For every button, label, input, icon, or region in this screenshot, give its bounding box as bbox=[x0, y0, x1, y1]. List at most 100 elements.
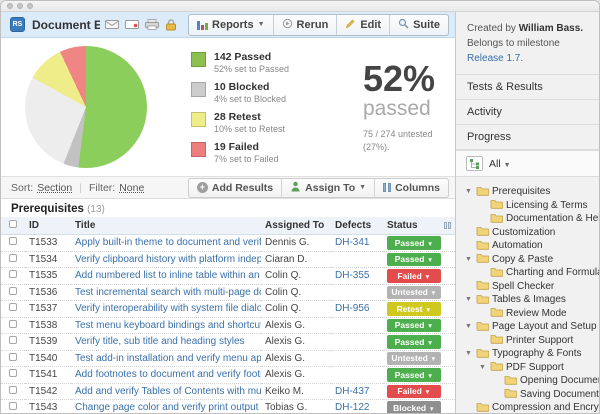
table-row: T1536 Test incremental search with multi… bbox=[1, 284, 455, 301]
test-title-link[interactable]: Verify interoperability with system file… bbox=[75, 303, 261, 314]
status-badge[interactable]: Failed ▼ bbox=[387, 269, 441, 283]
screen-icon[interactable] bbox=[125, 19, 139, 30]
col-header-assigned[interactable]: Assigned To bbox=[261, 217, 331, 235]
tree-item-review-mode[interactable]: Review Mode bbox=[460, 307, 595, 321]
tree-item-copy-paste[interactable]: ▼ Copy & Paste bbox=[460, 253, 595, 267]
test-title-link[interactable]: Add and verify Tables of Contents with m… bbox=[75, 386, 261, 397]
row-checkbox[interactable] bbox=[9, 386, 17, 394]
row-checkbox[interactable] bbox=[9, 369, 17, 377]
email-icon[interactable] bbox=[105, 19, 119, 30]
tree-item-pdf-support[interactable]: ▼ PDF Support bbox=[460, 361, 595, 375]
edit-button[interactable]: Edit bbox=[336, 15, 389, 35]
tree-collapse-icon[interactable]: ▼ bbox=[478, 364, 487, 371]
col-header-title[interactable]: Title bbox=[71, 217, 261, 235]
add-results-button[interactable]: + Add Results bbox=[189, 179, 281, 197]
tree-item-licensing-terms[interactable]: Licensing & Terms bbox=[460, 199, 595, 213]
tree-item-automation[interactable]: Automation bbox=[460, 239, 595, 253]
status-badge[interactable]: Untested ▼ bbox=[387, 352, 441, 366]
status-badge[interactable]: Passed ▼ bbox=[387, 253, 441, 267]
status-badge[interactable]: Passed ▼ bbox=[387, 236, 441, 250]
defect-link[interactable]: DH-122 bbox=[335, 402, 369, 413]
lock-icon[interactable] bbox=[165, 19, 177, 31]
row-checkbox[interactable] bbox=[9, 353, 17, 361]
defect-link[interactable]: DH-437 bbox=[335, 386, 369, 397]
assign-to-button[interactable]: Assign To▼ bbox=[281, 179, 374, 197]
tree-item-saving-documents[interactable]: Saving Documents bbox=[460, 388, 595, 402]
status-badge[interactable]: Passed ▼ bbox=[387, 335, 441, 349]
row-checkbox[interactable] bbox=[9, 402, 17, 410]
tree-item-tables-images[interactable]: ▼ Tables & Images bbox=[460, 293, 595, 307]
sidebar-tab-tests-results[interactable]: Tests & Results bbox=[456, 74, 599, 99]
reports-button[interactable]: Reports▼ bbox=[189, 15, 273, 35]
folder-icon bbox=[476, 320, 489, 334]
status-badge[interactable]: Untested ▼ bbox=[387, 286, 441, 300]
status-badge[interactable]: Retest ▼ bbox=[387, 302, 441, 316]
col-header-status[interactable]: Status bbox=[383, 217, 455, 235]
tree-item-charting-and-formulas[interactable]: Charting and Formulas bbox=[460, 266, 595, 280]
milestone-link[interactable]: Release 1.7 bbox=[467, 53, 520, 64]
row-checkbox[interactable] bbox=[9, 320, 17, 328]
row-checkbox[interactable] bbox=[9, 237, 17, 245]
tree-collapse-icon[interactable]: ▼ bbox=[464, 323, 473, 330]
window-dot[interactable] bbox=[7, 3, 13, 9]
test-title-link[interactable]: Add numbered list to inline table within… bbox=[75, 270, 261, 281]
stat-label: passed bbox=[363, 97, 453, 120]
rerun-button[interactable]: Rerun bbox=[273, 15, 337, 35]
tree-item-opening-documents[interactable]: Opening Documents bbox=[460, 374, 595, 388]
tree-item-printer-support[interactable]: Printer Support bbox=[460, 334, 595, 348]
tree-item-spell-checker[interactable]: Spell Checker bbox=[460, 280, 595, 294]
tree-mode-button[interactable] bbox=[466, 156, 483, 171]
row-checkbox[interactable] bbox=[9, 336, 17, 344]
test-title-link[interactable]: Verify clipboard history with platform i… bbox=[75, 254, 261, 265]
tree-item-compression-and-encryption[interactable]: Compression and Encryption bbox=[460, 401, 595, 413]
defect-link[interactable]: DH-341 bbox=[335, 237, 369, 248]
sidebar-tab-progress[interactable]: Progress bbox=[456, 124, 599, 150]
tree-collapse-icon[interactable]: ▼ bbox=[464, 296, 473, 303]
tree-item-documentation-help[interactable]: Documentation & Help bbox=[460, 212, 595, 226]
tree-collapse-icon[interactable]: ▼ bbox=[464, 256, 473, 263]
select-all-checkbox[interactable] bbox=[9, 220, 17, 228]
tree-item-page-layout-and-setup[interactable]: ▼ Page Layout and Setup bbox=[460, 320, 595, 334]
hierarchy-icon bbox=[470, 159, 480, 169]
tree-item-label: Documentation & Help bbox=[506, 213, 599, 224]
tree-filter-dropdown[interactable]: All ▼ bbox=[489, 158, 511, 170]
test-title-link[interactable]: Verify title, sub title and heading styl… bbox=[75, 336, 245, 347]
columns-button[interactable]: Columns bbox=[374, 179, 448, 197]
window-dot[interactable] bbox=[27, 3, 33, 9]
window-titlebar[interactable] bbox=[1, 1, 599, 12]
test-title-link[interactable]: Add footnotes to document and verify foo… bbox=[75, 369, 261, 380]
tree-collapse-icon[interactable]: ▼ bbox=[464, 350, 473, 357]
test-title-link[interactable]: Change page color and verify print outpu… bbox=[75, 402, 258, 413]
test-title-link[interactable]: Test menu keyboard bindings and shortcut… bbox=[75, 320, 261, 331]
tree-item-typography-fonts[interactable]: ▼ Typography & Fonts bbox=[460, 347, 595, 361]
filter-value-link[interactable]: None bbox=[119, 182, 144, 194]
status-badge[interactable]: Blocked ▼ bbox=[387, 401, 441, 413]
test-title-link[interactable]: Test incremental search with multi-page … bbox=[75, 287, 261, 298]
window-dot[interactable] bbox=[17, 3, 23, 9]
sidebar-tab-activity[interactable]: Activity bbox=[456, 99, 599, 124]
legend-desc: 7% set to Failed bbox=[214, 154, 279, 164]
defect-link[interactable]: DH-956 bbox=[335, 303, 369, 314]
row-checkbox[interactable] bbox=[9, 287, 17, 295]
folder-icon bbox=[490, 266, 503, 280]
row-checkbox[interactable] bbox=[9, 270, 17, 278]
status-badge[interactable]: Failed ▼ bbox=[387, 385, 441, 399]
status-badge[interactable]: Passed ▼ bbox=[387, 319, 441, 333]
suite-button[interactable]: Suite bbox=[389, 15, 448, 35]
created-info: Created by William Bass. Belongs to mile… bbox=[456, 12, 599, 74]
stat-percent: 52% bbox=[363, 61, 453, 97]
defect-link[interactable]: DH-355 bbox=[335, 270, 369, 281]
test-title-link[interactable]: Test add-in installation and verify menu… bbox=[75, 353, 261, 364]
tree-item-customization[interactable]: Customization bbox=[460, 226, 595, 240]
print-icon[interactable] bbox=[145, 19, 159, 30]
status-badge[interactable]: Passed ▼ bbox=[387, 368, 441, 382]
tree-item-prerequisites[interactable]: ▼ Prerequisites bbox=[460, 185, 595, 199]
tree-collapse-icon[interactable]: ▼ bbox=[464, 188, 473, 195]
col-header-id[interactable]: ID bbox=[25, 217, 71, 235]
row-checkbox[interactable] bbox=[9, 303, 17, 311]
row-checkbox[interactable] bbox=[9, 254, 17, 262]
test-title-link[interactable]: Apply built-in theme to document and ver… bbox=[75, 237, 261, 248]
sort-value-link[interactable]: Section bbox=[37, 182, 72, 194]
column-config-icon[interactable] bbox=[444, 222, 451, 229]
col-header-defects[interactable]: Defects bbox=[331, 217, 383, 235]
